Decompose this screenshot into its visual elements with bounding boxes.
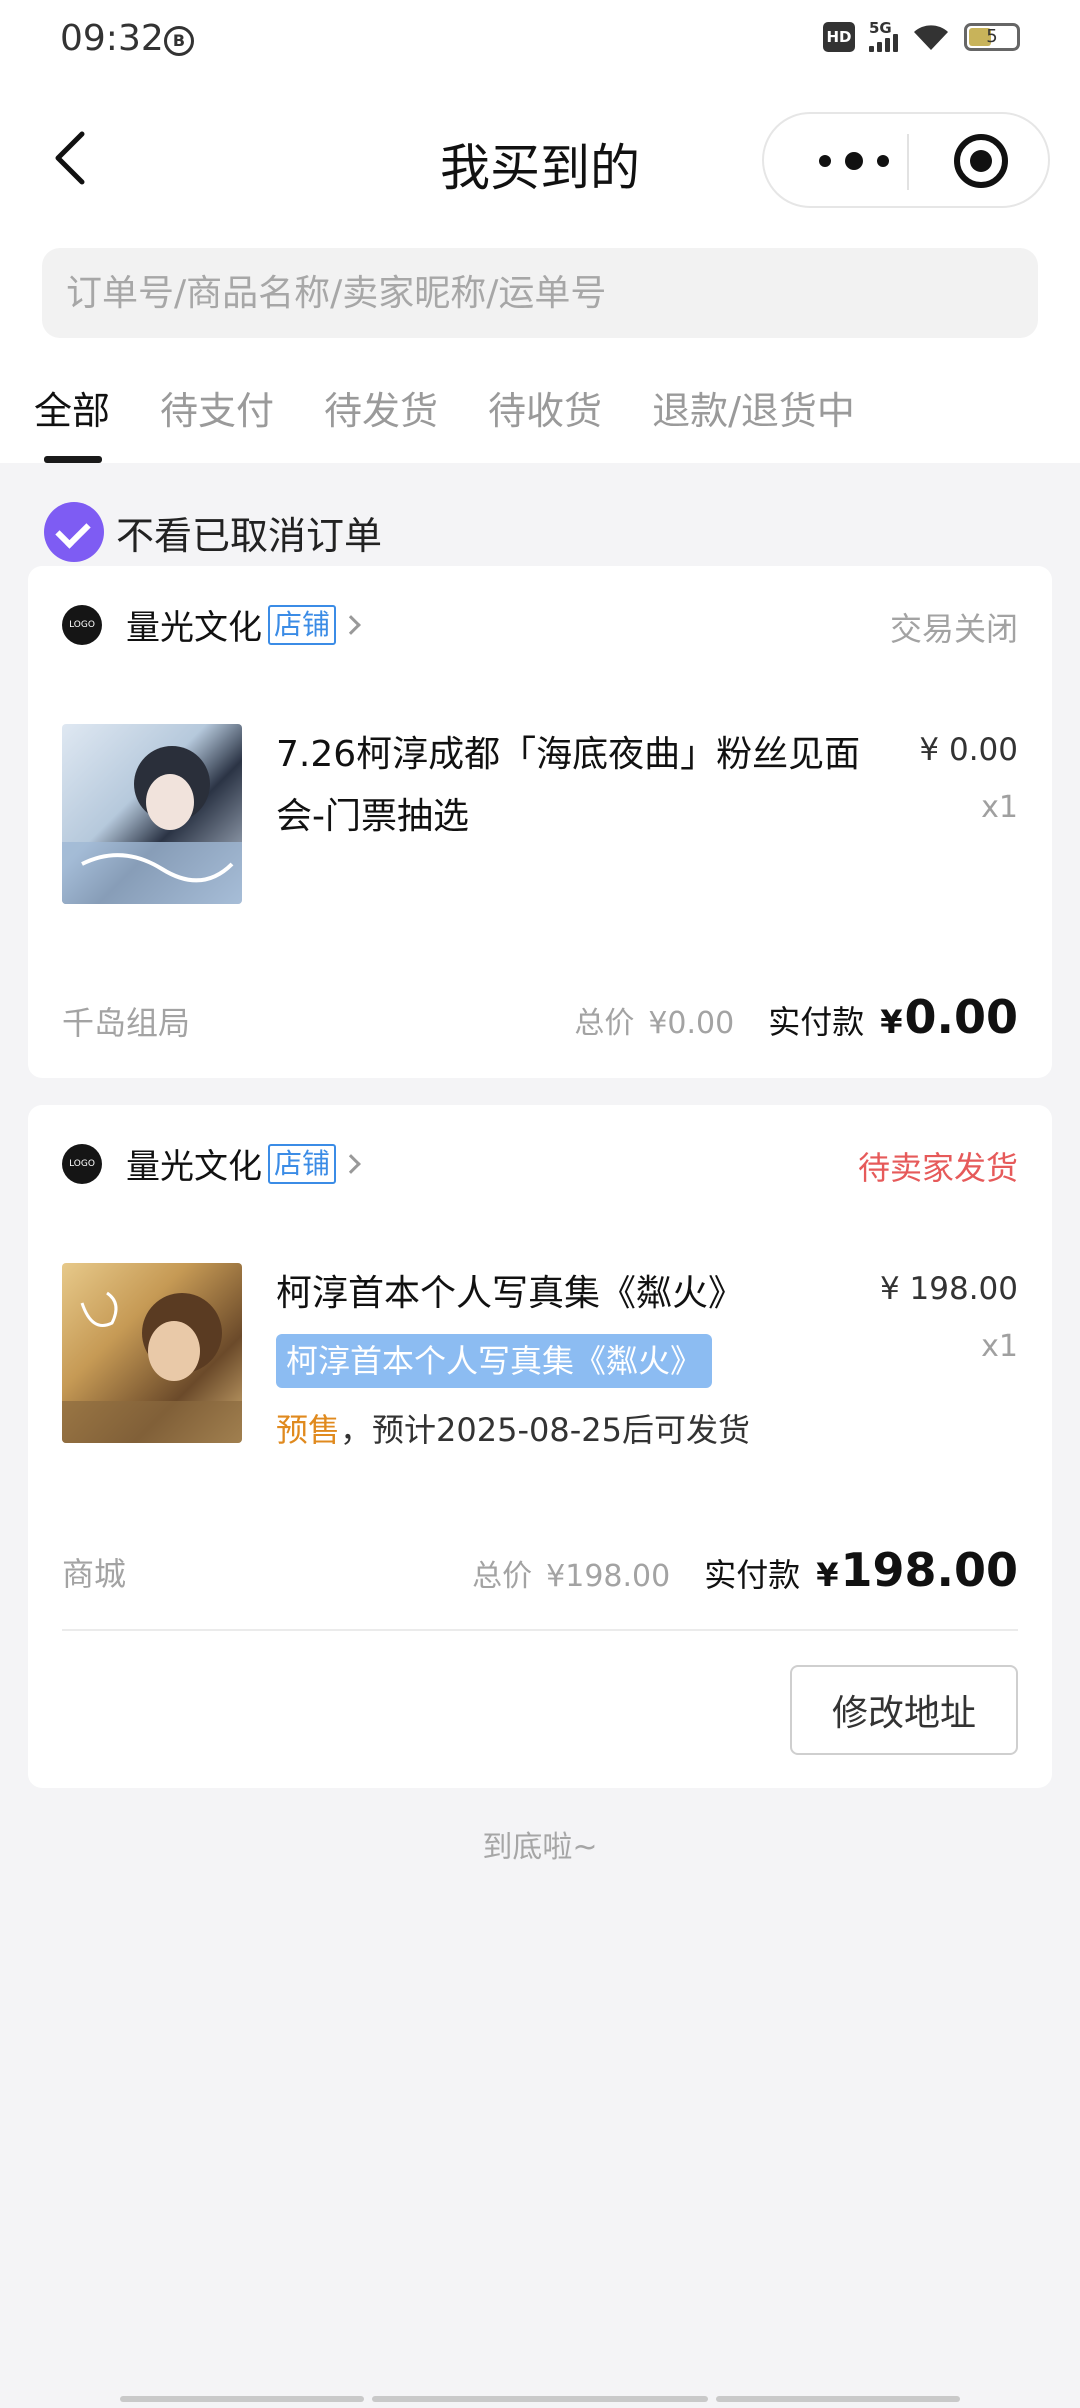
total-value: ¥198.00 <box>546 1559 671 1594</box>
signal-icon: 5G <box>869 19 898 52</box>
order-source: 商城 <box>62 1555 127 1593</box>
divider <box>62 1629 1018 1631</box>
chevron-right-icon <box>341 1153 361 1174</box>
paid-amount: ¥0.00 <box>880 990 1018 1044</box>
presale-info: 预售，预计2025-08-25后可发货 <box>276 1405 750 1451</box>
network-type: 5G <box>869 19 892 37</box>
modify-address-button[interactable]: 修改地址 <box>790 1665 1018 1755</box>
product-image[interactable] <box>62 1263 242 1443</box>
order-card[interactable]: LOGO 量光文化 店铺 交易关闭 7.26柯淳成都「海底夜曲」粉丝见面会-门票… <box>28 566 1052 1078</box>
quantity: x1 <box>981 1329 1018 1364</box>
product-image[interactable] <box>62 724 242 904</box>
tab-pending-payment[interactable]: 待支付 <box>160 380 274 435</box>
hd-icon: HD <box>823 22 855 52</box>
order-source: 千岛组局 <box>62 1004 191 1042</box>
gesture-bar-segment <box>716 2396 960 2402</box>
filter-label: 不看已取消订单 <box>116 513 383 558</box>
shop-link[interactable]: LOGO 量光文化 店铺 <box>62 1139 361 1188</box>
unit-price: ¥ 198.00 <box>879 1271 1018 1307</box>
checkbox-checked-icon[interactable] <box>44 502 104 562</box>
paid-label: 实付款 <box>768 1003 865 1041</box>
paid-label: 实付款 <box>704 1556 801 1594</box>
chevron-right-icon <box>341 614 361 635</box>
presale-label: 预售 <box>276 1411 341 1449</box>
shop-link[interactable]: LOGO 量光文化 店铺 <box>62 600 361 649</box>
order-status: 待卖家发货 <box>857 1149 1018 1187</box>
hide-cancelled-filter[interactable]: 不看已取消订单 <box>44 502 382 562</box>
order-card[interactable]: LOGO 量光文化 店铺 待卖家发货 柯淳首本个人写真集《粼火》 柯淳首本个人写… <box>28 1105 1052 1788</box>
tab-pending-receipt[interactable]: 待收货 <box>488 380 602 435</box>
battery-level: 5 <box>986 26 998 47</box>
order-tabs: 全部 待支付 待发货 待收货 退款/退货中 <box>34 380 905 435</box>
shop-badge: 店铺 <box>268 604 337 645</box>
shop-badge: 店铺 <box>268 1143 337 1184</box>
status-icons: HD 5G 5 <box>823 19 1020 52</box>
mini-program-capsule <box>762 112 1050 208</box>
product-title[interactable]: 柯淳首本个人写真集《粼火》 <box>276 1263 876 1325</box>
order-totals: 总价 ¥198.00 实付款 ¥198.00 <box>472 1543 1018 1597</box>
wifi-icon <box>914 25 948 50</box>
shop-logo: LOGO <box>62 604 102 645</box>
gesture-bar-segment <box>120 2396 364 2402</box>
order-totals: 总价 ¥0.00 实付款 ¥0.00 <box>574 990 1018 1044</box>
status-time: 09:32 <box>60 18 164 59</box>
tab-all[interactable]: 全部 <box>34 380 110 435</box>
gesture-bar-segment <box>372 2396 708 2402</box>
tab-refunds[interactable]: 退款/退货中 <box>652 380 855 435</box>
tab-pending-shipment[interactable]: 待发货 <box>324 380 438 435</box>
paid-amount: ¥198.00 <box>816 1543 1018 1597</box>
order-status: 交易关闭 <box>889 610 1018 648</box>
shop-name: 量光文化 <box>126 1147 262 1187</box>
quantity: x1 <box>981 790 1018 825</box>
variant-tag: 柯淳首本个人写真集《粼火》 <box>276 1334 713 1388</box>
product-title[interactable]: 7.26柯淳成都「海底夜曲」粉丝见面会-门票抽选 <box>276 724 876 848</box>
presale-date: ，预计2025-08-25后可发货 <box>340 1411 750 1449</box>
close-target-icon[interactable] <box>954 134 1008 188</box>
active-tab-indicator <box>44 456 102 463</box>
unit-price: ¥ 0.00 <box>919 732 1018 768</box>
shop-logo: LOGO <box>62 1143 102 1184</box>
total-value: ¥0.00 <box>648 1006 735 1041</box>
search-input[interactable] <box>42 248 1038 338</box>
more-icon[interactable] <box>804 146 904 176</box>
shop-name: 量光文化 <box>126 608 262 648</box>
end-of-list-text: 到底啦~ <box>482 1830 598 1865</box>
battery-icon: 5 <box>964 23 1020 51</box>
total-label: 总价 <box>574 1006 635 1041</box>
notification-icon: B <box>164 26 194 56</box>
total-label: 总价 <box>472 1559 533 1594</box>
